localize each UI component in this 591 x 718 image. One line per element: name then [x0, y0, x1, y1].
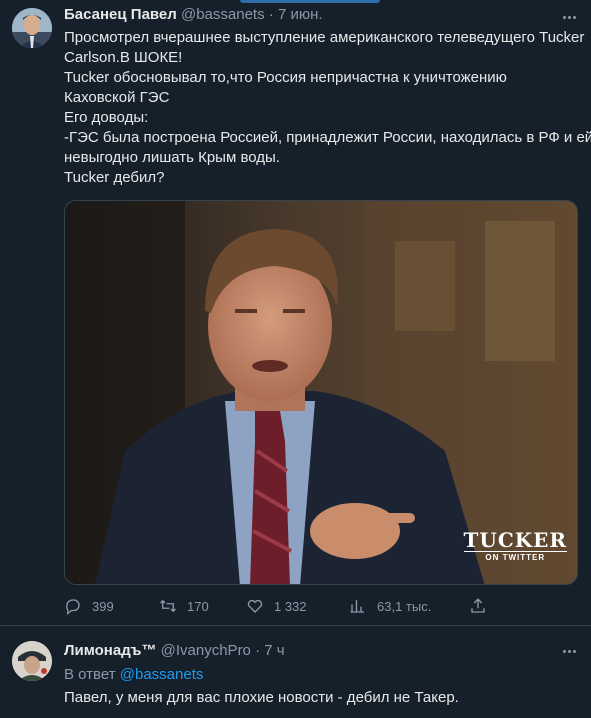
retweet-button[interactable]: 170: [159, 597, 209, 615]
tweet-actions: 399 170 1 332 63,1 тыс.: [64, 597, 578, 617]
tweet-header: Басанец Павел @bassanets · 7 июн.: [64, 6, 323, 24]
tweet-text-line: Его доводы:: [64, 109, 149, 126]
reply-to-mention[interactable]: @bassanets: [120, 666, 204, 683]
tweet-text: Просмотрел вчерашнее выступление америка…: [64, 28, 591, 188]
reply-header: Лимонадъ™ @IvanychPro · 7 ч: [64, 642, 285, 660]
retweet-icon: [160, 599, 176, 613]
author-handle[interactable]: @bassanets: [181, 6, 265, 23]
tweet-text-line: Carlson.В ШОКЕ!: [64, 49, 183, 66]
separator: ·: [255, 642, 261, 659]
reply-button[interactable]: 399: [64, 597, 114, 615]
reply-timestamp[interactable]: 7 ч: [264, 642, 284, 659]
share-icon: [471, 598, 485, 613]
tweet-text-line: -ГЭС была построена Россией, принадлежит…: [64, 129, 591, 146]
tweet-text-line: Tucker дебил?: [64, 169, 165, 186]
like-icon: [247, 599, 263, 613]
views-count: 63,1 тыс.: [377, 598, 432, 614]
tucker-watermark-logo: TUCKER ON TWITTER: [463, 528, 567, 562]
separator: ·: [268, 6, 274, 23]
tweet-text-line: Каховской ГЭС: [64, 89, 170, 106]
views-button[interactable]: 63,1 тыс.: [349, 597, 431, 615]
watermark-title: TUCKER: [463, 528, 567, 552]
reply-text: Павел, у меня для вас плохие новости - д…: [64, 689, 459, 706]
tweet-text-line: невыгодно лишать Крым воды.: [64, 149, 280, 166]
tweet-text-line: Tucker обосновывал то,что Россия неприча…: [64, 69, 507, 86]
like-count: 1 332: [274, 598, 307, 614]
avatar[interactable]: [12, 8, 52, 48]
tweet-text-line: Просмотрел вчерашнее выступление америка…: [64, 29, 585, 46]
retweet-count: 170: [187, 598, 209, 614]
more-icon[interactable]: [559, 7, 579, 27]
reply-author-name[interactable]: Лимонадъ™: [64, 642, 156, 659]
views-icon: [350, 600, 364, 613]
reply-count: 399: [92, 598, 114, 614]
reply-author-handle[interactable]: @IvanychPro: [161, 642, 251, 659]
timestamp[interactable]: 7 июн.: [278, 6, 323, 23]
like-button[interactable]: 1 332: [246, 597, 307, 615]
watermark-subtitle: ON TWITTER: [463, 551, 567, 562]
tweet-media-image[interactable]: TUCKER ON TWITTER: [64, 200, 578, 585]
reply-to-line: В ответ @bassanets: [64, 666, 203, 684]
author-name[interactable]: Басанец Павел: [64, 6, 177, 23]
more-icon[interactable]: [559, 641, 579, 661]
reply-avatar[interactable]: [12, 641, 52, 681]
share-button[interactable]: [469, 597, 487, 615]
reply-icon: [66, 599, 80, 615]
reply-to-label: В ответ: [64, 666, 116, 683]
tweet[interactable]: Басанец Павел @bassanets · 7 июн. Просмо…: [0, 0, 591, 626]
